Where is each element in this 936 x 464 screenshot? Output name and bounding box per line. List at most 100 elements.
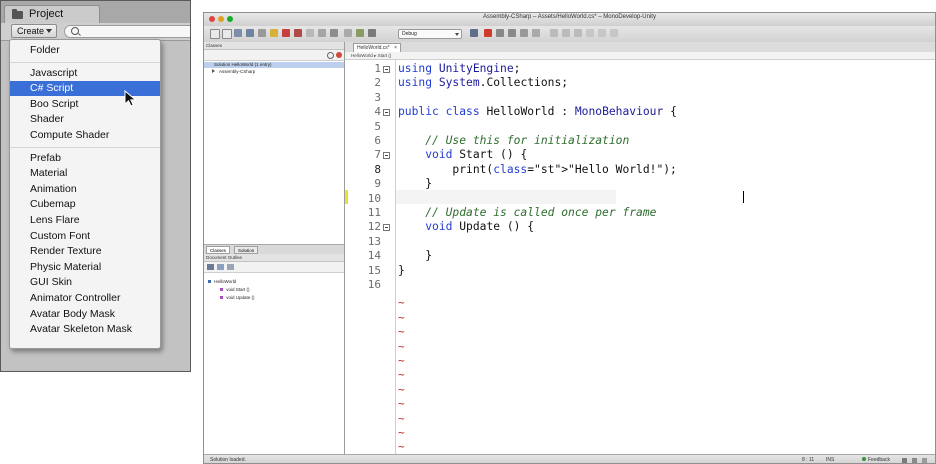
project-tab[interactable]: Project <box>4 5 100 23</box>
code-line[interactable]: } <box>398 249 432 263</box>
tools-icon[interactable] <box>484 29 492 37</box>
fold-toggle-icon[interactable] <box>383 66 390 73</box>
breakpoint-icon[interactable] <box>532 29 540 37</box>
outline-group-icon[interactable] <box>217 264 224 270</box>
menu-item-physic-material[interactable]: Physic Material <box>10 260 160 275</box>
attach-debugger-icon[interactable] <box>470 29 478 37</box>
line-number: 2 <box>374 76 381 90</box>
new-solution-icon[interactable] <box>222 29 232 39</box>
menu-item-material[interactable]: Material <box>10 166 160 181</box>
menu-item-animation[interactable]: Animation <box>10 182 160 197</box>
delete-icon[interactable] <box>330 29 338 37</box>
feedback-button[interactable]: Feedback <box>862 455 890 463</box>
status-bar: Solution loaded. 8 : 11 INS Feedback <box>204 454 935 463</box>
clear-search-icon[interactable] <box>336 52 342 58</box>
line-number: 9 <box>374 177 381 191</box>
copy-icon[interactable] <box>306 29 314 37</box>
errors-icon[interactable] <box>912 458 917 463</box>
empty-line-marker: ~ <box>398 368 405 382</box>
line-number: 13 <box>367 234 381 248</box>
configuration-select[interactable]: Debug <box>398 29 462 39</box>
code-line[interactable]: void Start () { <box>398 148 527 162</box>
expander-icon[interactable] <box>212 69 215 73</box>
line-number: 3 <box>374 90 381 104</box>
menu-item-render-texture[interactable]: Render Texture <box>10 244 160 259</box>
tab-helloworld-cs[interactable]: HelloWorld.cs* × <box>353 43 401 52</box>
menu-item-cubemap[interactable]: Cubemap <box>10 197 160 212</box>
search-icon <box>71 27 79 35</box>
undo-icon[interactable] <box>282 29 290 37</box>
menu-item-folder[interactable]: Folder <box>10 43 160 58</box>
menu-item-shader[interactable]: Shader <box>10 112 160 127</box>
fold-toggle-icon[interactable] <box>383 224 390 232</box>
code-line[interactable]: // Update is called once per frame <box>398 206 656 220</box>
code-line[interactable]: using UnityEngine; <box>398 62 520 76</box>
step-out-icon[interactable] <box>520 29 528 37</box>
outline-pad-header: Document Outline <box>204 254 344 262</box>
gear-icon[interactable] <box>368 29 376 37</box>
close-icon[interactable]: × <box>394 44 397 52</box>
save-all-icon[interactable] <box>246 29 254 37</box>
outline-item-label: HelloWorld <box>214 279 237 284</box>
method-icon <box>220 296 223 299</box>
create-button[interactable]: Create <box>11 24 57 38</box>
current-line-highlight <box>396 190 616 204</box>
project-search-input[interactable] <box>64 25 190 38</box>
code-line[interactable]: void Update () { <box>398 220 534 234</box>
folder-icon <box>12 9 23 19</box>
tab-solution[interactable]: Solution <box>234 246 259 254</box>
classes-search-input[interactable] <box>204 50 344 61</box>
menu-item-prefab[interactable]: Prefab <box>10 151 160 166</box>
tasks-icon[interactable] <box>902 458 907 463</box>
code-line[interactable]: // Use this for initialization <box>398 134 629 148</box>
breadcrumb[interactable]: HelloWorld ▸ Start () <box>345 52 935 60</box>
outline-item-start[interactable]: void Start () <box>220 287 250 293</box>
menu-item-javascript[interactable]: Javascript <box>10 66 160 81</box>
restart-icon[interactable] <box>610 29 618 37</box>
fold-toggle-icon[interactable] <box>383 109 390 117</box>
step-into-icon[interactable] <box>508 29 516 37</box>
text-caret <box>743 191 744 203</box>
code-line[interactable]: print(class="st">"Hello World!"); <box>398 163 676 177</box>
outline-sort-icon[interactable] <box>207 264 214 270</box>
paste-icon[interactable] <box>318 29 326 37</box>
tab-classes[interactable]: Classes <box>206 246 231 254</box>
menu-item-avatar-body-mask[interactable]: Avatar Body Mask <box>10 307 160 322</box>
open-folder-icon[interactable] <box>270 29 278 37</box>
outline-item-class[interactable]: HelloWorld <box>208 279 236 285</box>
stop-icon[interactable] <box>574 29 582 37</box>
menu-item-animator-controller[interactable]: Animator Controller <box>10 291 160 306</box>
menu-item-compute-shader[interactable]: Compute Shader <box>10 128 160 143</box>
play-icon[interactable] <box>550 29 558 37</box>
step-over-icon[interactable] <box>496 29 504 37</box>
pause-icon[interactable] <box>562 29 570 37</box>
fold-toggle-icon[interactable] <box>383 152 390 160</box>
tree-item-solution[interactable]: Solution HelloWorld (1 entry) <box>204 62 344 68</box>
new-file-icon[interactable] <box>210 29 220 39</box>
code-line[interactable]: } <box>398 177 432 191</box>
code-line[interactable]: } <box>398 264 405 278</box>
step-icon[interactable] <box>586 29 594 37</box>
empty-line-marker: ~ <box>398 296 405 310</box>
continue-icon[interactable] <box>598 29 606 37</box>
menu-item-gui-skin[interactable]: GUI Skin <box>10 275 160 290</box>
line-number-gutter: 1 2 3 4 5 6 7 8 9 10 11 12 13 14 15 16 <box>345 60 396 457</box>
menu-item-avatar-skeleton-mask[interactable]: Avatar Skeleton Mask <box>10 322 160 337</box>
cut-icon[interactable] <box>294 29 302 37</box>
line-number: 7 <box>374 148 381 162</box>
run-icon[interactable] <box>356 29 364 37</box>
code-editor[interactable]: HelloWorld.cs* × HelloWorld ▸ Start () 1… <box>345 42 935 457</box>
close-file-icon[interactable] <box>258 29 266 37</box>
build-icon[interactable] <box>344 29 352 37</box>
outline-filter-icon[interactable] <box>227 264 234 270</box>
code-line[interactable]: public class HelloWorld : MonoBehaviour … <box>398 105 677 119</box>
menu-item-custom-font[interactable]: Custom Font <box>10 229 160 244</box>
search-icon <box>327 52 334 59</box>
outline-item-update[interactable]: void Update () <box>220 295 255 301</box>
fullscreen-icon[interactable] <box>922 458 927 463</box>
line-number: 11 <box>367 206 381 219</box>
menu-item-lens-flare[interactable]: Lens Flare <box>10 213 160 228</box>
save-icon[interactable] <box>234 29 242 37</box>
tree-item-assembly[interactable]: Assembly-CSharp <box>212 69 255 75</box>
code-line[interactable]: using System.Collections; <box>398 76 568 90</box>
